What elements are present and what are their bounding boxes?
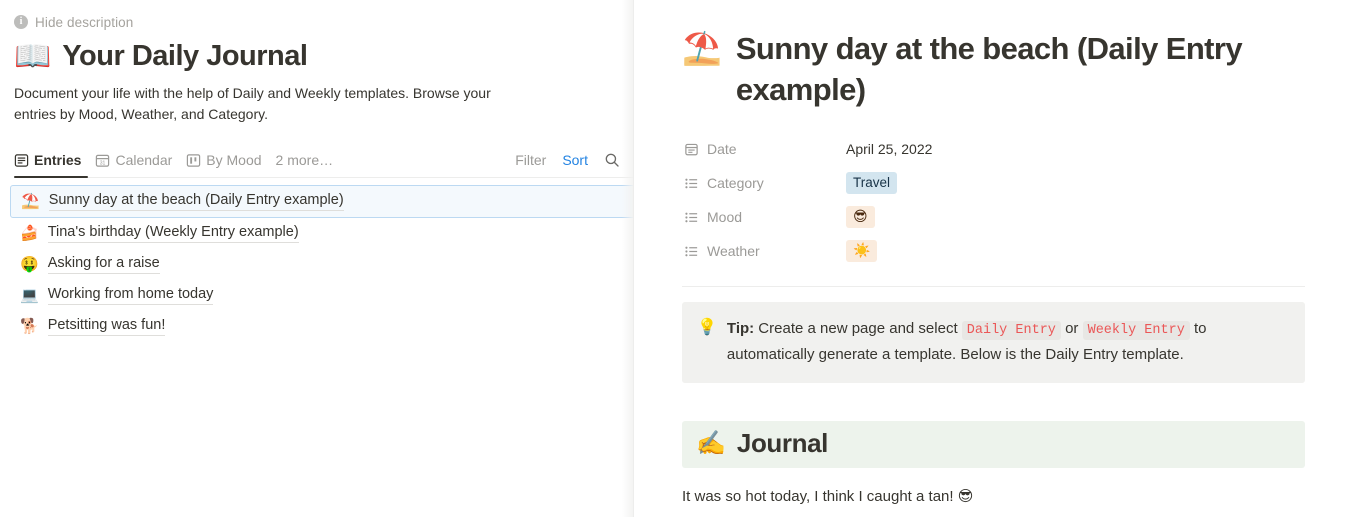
property-row-weather: Weather ☀️ <box>684 234 1305 268</box>
view-tabs: Entries 31 Calendar By Mood 2 more… <box>14 145 333 175</box>
list-item[interactable]: 🍰 Tina's birthday (Weekly Entry example) <box>10 218 634 249</box>
property-value-weather[interactable]: ☀️ <box>846 240 878 262</box>
sort-button[interactable]: Sort <box>562 152 588 168</box>
laptop-icon: 💻 <box>20 287 39 304</box>
status-badge: Travel <box>846 172 898 194</box>
view-tab-bar: Entries 31 Calendar By Mood 2 more… Filt… <box>14 145 634 175</box>
entry-title[interactable]: Tina's birthday (Weekly Entry example) <box>47 224 299 243</box>
tip-text-1: Create a new page and select <box>754 320 962 337</box>
board-view-icon <box>187 153 201 167</box>
database-panel: i Hide description 📖 Your Daily Journal … <box>0 0 634 517</box>
tab-active-indicator <box>14 176 88 178</box>
page-title-text[interactable]: Sunny day at the beach (Daily Entry exam… <box>736 28 1276 110</box>
select-property-icon <box>685 246 698 256</box>
lightbulb-icon: 💡 <box>697 319 717 336</box>
hide-description-label: Hide description <box>35 14 134 30</box>
tab-calendar-label: Calendar <box>115 152 173 168</box>
page-document: ⛱️ Sunny day at the beach (Daily Entry e… <box>634 0 1353 509</box>
property-value-date[interactable]: April 25, 2022 <box>846 141 932 157</box>
beach-umbrella-icon: ⛱️ <box>21 193 40 210</box>
tab-entries[interactable]: Entries <box>14 145 81 175</box>
tip-text-2: or <box>1060 320 1083 337</box>
property-row-mood: Mood 😎 <box>684 200 1305 234</box>
page-properties: Date April 25, 2022 Category Travel Mood… <box>684 132 1305 268</box>
tip-callout: 💡 Tip: Create a new page and select Dail… <box>682 302 1305 383</box>
page-title-text: Your Daily Journal <box>62 40 308 72</box>
tab-more-label: 2 more… <box>275 152 334 168</box>
select-property-icon <box>685 178 698 188</box>
entry-list: ⛱️ Sunny day at the beach (Daily Entry e… <box>10 185 634 342</box>
property-label-category[interactable]: Category <box>684 175 846 191</box>
mood-badge: 😎 <box>846 206 875 228</box>
list-item[interactable]: ⛱️ Sunny day at the beach (Daily Entry e… <box>10 185 634 218</box>
property-name: Category <box>707 175 764 191</box>
code-daily-entry: Daily Entry <box>961 321 1061 340</box>
tab-entries-label: Entries <box>34 152 82 168</box>
journal-heading: ✍️ Journal <box>682 421 1305 468</box>
property-name: Mood <box>707 209 743 225</box>
property-name: Date <box>707 141 737 157</box>
view-actions: Filter Sort <box>515 152 620 168</box>
select-property-icon <box>685 212 698 222</box>
page-preview-panel: ⛱️ Sunny day at the beach (Daily Entry e… <box>634 0 1353 517</box>
property-row-category: Category Travel <box>684 166 1305 200</box>
page-title: ⛱️ Sunny day at the beach (Daily Entry e… <box>682 28 1305 110</box>
property-label-weather[interactable]: Weather <box>684 243 846 259</box>
list-item[interactable]: 🤑 Asking for a raise <box>10 249 634 280</box>
journal-heading-text: Journal <box>736 428 829 458</box>
hide-description-button[interactable]: i Hide description <box>14 12 133 32</box>
calendar-view-icon: 31 <box>96 154 110 167</box>
cake-icon: 🍰 <box>20 225 39 242</box>
content-divider <box>682 286 1305 287</box>
code-weekly-entry: Weekly Entry <box>1082 321 1190 340</box>
property-label-date[interactable]: Date <box>684 141 846 157</box>
tip-callout-text: Tip: Create a new page and select Daily … <box>727 317 1289 367</box>
search-icon[interactable] <box>604 152 620 168</box>
tab-calendar[interactable]: 31 Calendar <box>95 145 172 175</box>
tip-lead: Tip: <box>726 320 755 337</box>
page-title: 📖 Your Daily Journal <box>14 40 634 73</box>
database-panel-content: i Hide description 📖 Your Daily Journal … <box>0 0 634 342</box>
page-description: Document your life with the help of Dail… <box>14 85 491 122</box>
property-row-date: Date April 25, 2022 <box>684 132 1305 166</box>
svg-text:31: 31 <box>100 160 106 166</box>
property-value-category[interactable]: Travel <box>846 172 898 194</box>
property-label-mood[interactable]: Mood <box>684 209 846 225</box>
tab-by-mood[interactable]: By Mood <box>186 145 262 175</box>
entry-title[interactable]: Sunny day at the beach (Daily Entry exam… <box>48 192 344 211</box>
info-circle-icon: i <box>14 15 28 29</box>
money-mouth-face-icon: 🤑 <box>20 256 39 273</box>
property-value-mood[interactable]: 😎 <box>846 206 875 228</box>
weather-badge: ☀️ <box>846 240 878 262</box>
entry-title[interactable]: Working from home today <box>47 286 214 305</box>
list-item[interactable]: 💻 Working from home today <box>10 280 634 311</box>
tab-by-mood-label: By Mood <box>206 152 262 168</box>
entry-title[interactable]: Petsitting was fun! <box>47 317 166 336</box>
tab-underline-track <box>14 177 634 178</box>
journal-body-text[interactable]: It was so hot today, I think I caught a … <box>682 485 1305 509</box>
book-icon: 📖 <box>14 39 52 73</box>
date-property-icon <box>685 143 698 155</box>
writing-hand-icon: ✍️ <box>696 429 726 457</box>
filter-button[interactable]: Filter <box>515 152 546 168</box>
dog-icon: 🐕 <box>20 318 39 335</box>
journal-app-window: i Hide description 📖 Your Daily Journal … <box>0 0 1353 517</box>
property-name: Weather <box>707 243 760 259</box>
entry-title[interactable]: Asking for a raise <box>47 255 160 274</box>
tab-more[interactable]: 2 more… <box>276 145 334 175</box>
table-view-icon <box>14 153 29 167</box>
list-item[interactable]: 🐕 Petsitting was fun! <box>10 311 634 342</box>
beach-umbrella-icon: ⛱️ <box>682 30 722 66</box>
